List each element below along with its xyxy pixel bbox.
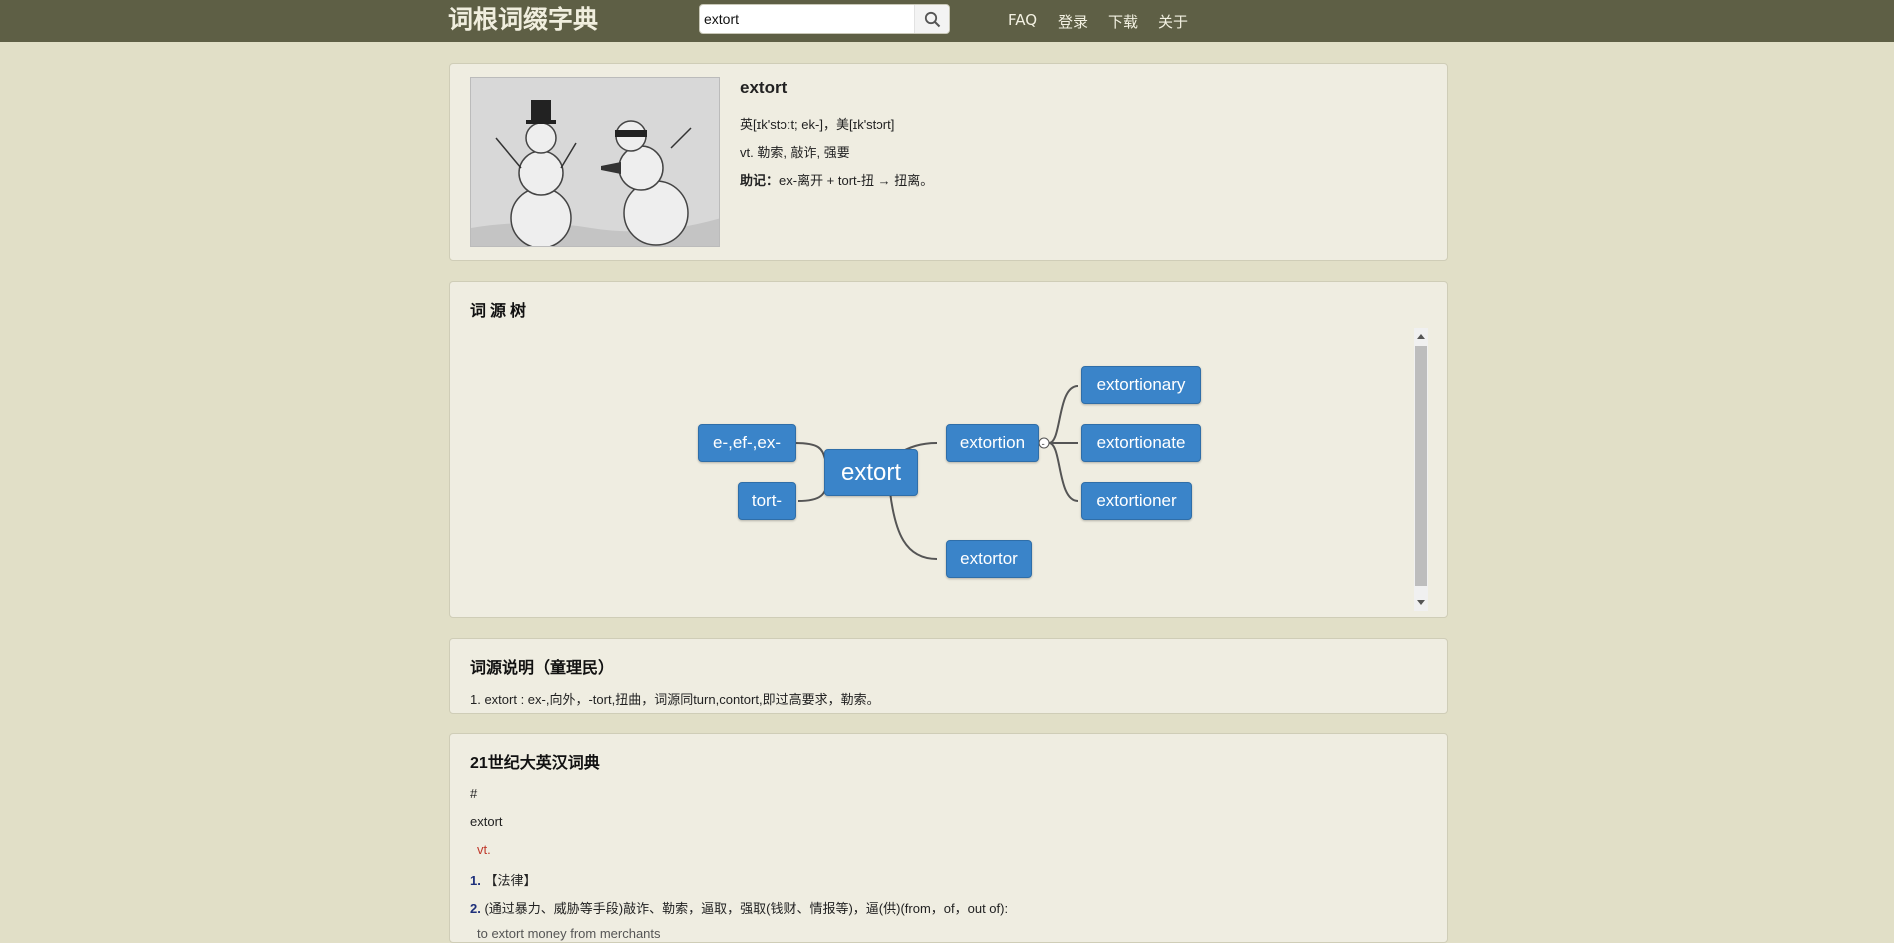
word-card: extort 英[ɪk'stɔːt; ek-]，美[ɪk'stɔrt] vt. … [449, 63, 1448, 261]
nav-faq[interactable]: FAQ [1008, 11, 1037, 29]
nav-about[interactable]: 关于 [1158, 11, 1188, 32]
mnemonic: 助记：ex-离开 + tort-扭 → 扭离。 [740, 170, 933, 189]
node-prefix[interactable]: e-,ef-,ex- [698, 424, 796, 462]
node-extortor[interactable]: extortor [946, 540, 1032, 578]
mnemonic-label: 助记： [740, 173, 780, 188]
node-extortion[interactable]: extortion [946, 424, 1039, 462]
top-navbar: 词根词缀字典 FAQ 登录 下载 关于 [0, 0, 1894, 42]
word-illustration [470, 77, 720, 247]
dict-example: to extort money from merchants [477, 926, 661, 941]
node-root[interactable]: extort [824, 449, 918, 496]
node-extortionary[interactable]: extortionary [1081, 366, 1201, 404]
search-icon [924, 11, 941, 28]
nav-download[interactable]: 下载 [1108, 11, 1138, 32]
dictionary-card: 21世纪大英汉词典 # extort vt. 1. 【法律】 2. (通过暴力、… [449, 733, 1448, 943]
pronunciation: 英[ɪk'stɔːt; ek-]，美[ɪk'stɔrt] [740, 117, 895, 132]
dict-def-2: 2. (通过暴力、威胁等手段)敲诈、勒索，逼取，强取(钱财、情报等)，逼(供)(… [470, 898, 1008, 917]
etymology-text: 1. extort : ex-,向外，-tort,扭曲，词源同turn,cont… [470, 692, 880, 707]
etymology-card: 词源说明（童理民） 1. extort : ex-,向外，-tort,扭曲，词源… [449, 638, 1448, 714]
scroll-down-arrow-icon[interactable] [1417, 600, 1425, 605]
dict-def-1: 1. 【法律】 [470, 870, 536, 889]
nav-login[interactable]: 登录 [1058, 11, 1088, 32]
dict-def-2-text: (通过暴力、威胁等手段)敲诈、勒索，逼取，强取(钱财、情报等)，逼(供)(fro… [484, 901, 1009, 916]
tree-scrollbar[interactable] [1414, 328, 1428, 611]
dict-hash: # [470, 786, 478, 801]
dict-def-2-number: 2. [470, 901, 481, 916]
scroll-up-arrow-icon[interactable] [1417, 334, 1425, 339]
search-input[interactable] [704, 7, 914, 31]
snowmen-image [471, 78, 719, 246]
etymology-title: 词源说明（童理民） [470, 660, 615, 677]
scroll-thumb[interactable] [1415, 346, 1427, 586]
dict-def-1-text: 【法律】 [484, 873, 537, 888]
dict-pos: vt. [477, 842, 491, 857]
dictionary-title: 21世纪大英汉词典 [470, 755, 600, 772]
definition: vt. 勒索, 敲诈, 强要 [740, 145, 850, 160]
etymology-tree-card: 词源树 - e-,ef-,ex- tort- extort extortion … [449, 281, 1448, 618]
dict-headword: extort [470, 814, 503, 829]
search-button[interactable] [914, 5, 949, 33]
dict-def-1-number: 1. [470, 873, 481, 888]
node-extortionate[interactable]: extortionate [1081, 424, 1201, 462]
collapse-symbol: - [1042, 440, 1045, 450]
search-box [699, 4, 950, 34]
site-logo[interactable]: 词根词缀字典 [448, 4, 598, 36]
node-extortioner[interactable]: extortioner [1081, 482, 1192, 520]
word-title: extort [740, 78, 788, 97]
mnemonic-text: ex-离开 + tort-扭 → 扭离。 [779, 173, 934, 188]
node-tort[interactable]: tort- [738, 482, 796, 520]
